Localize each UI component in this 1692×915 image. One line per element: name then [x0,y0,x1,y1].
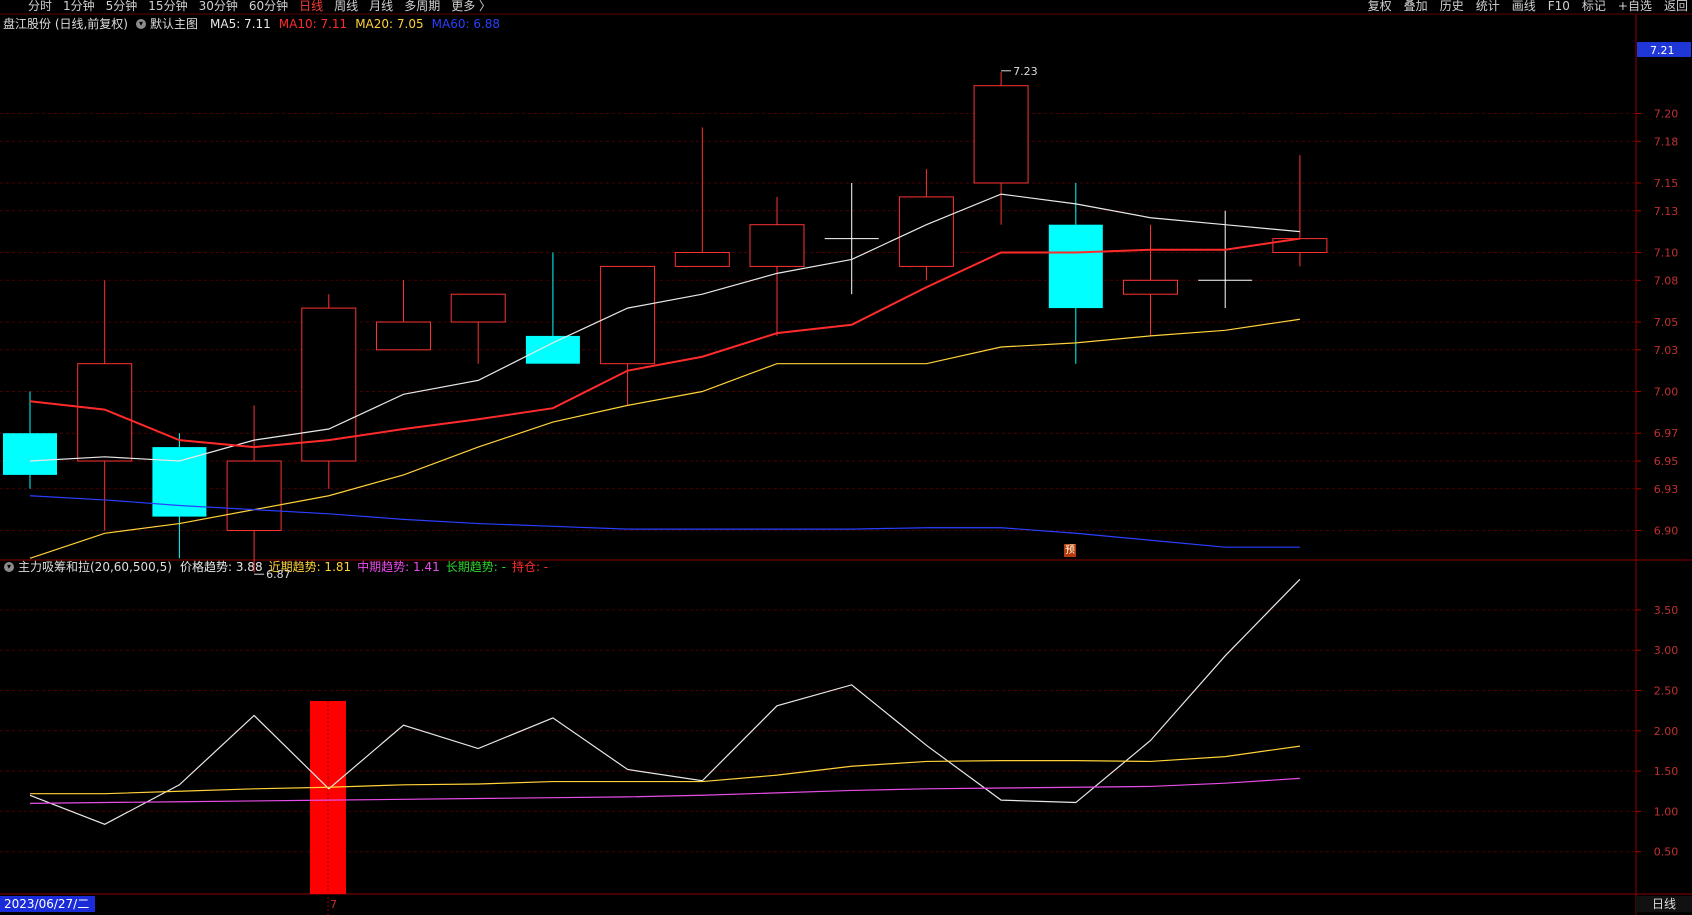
candle-body-up [226,460,282,531]
date-readout: 2023/06/27/二 [0,896,96,912]
candle-body-up [674,252,730,267]
last-price-label: 7.21 [1650,44,1675,57]
candle-body-down [3,433,57,475]
main-tick-label: 7.18 [1654,135,1679,148]
main-tick-label: 7.15 [1654,177,1679,190]
main-tick-label: 7.13 [1654,205,1679,218]
period-label[interactable]: 日线 [1636,896,1692,912]
candle-body-up [749,224,805,267]
candle-body-up [898,196,954,267]
forecast-badge[interactable]: 预 [1064,544,1076,557]
ma-line-ma5 [29,193,1300,462]
ma-line-ma20 [29,318,1300,559]
main-tick-label: 7.00 [1654,386,1679,399]
main-tick-label: 6.93 [1654,483,1679,496]
stock-chart[interactable]: 7.20 7.18 7.15 7.13 7.10 7.08 7.05 7.03 7.00 6.97… [0,0,1692,915]
ind-tick-label: 0.50 [1654,846,1679,859]
candle-body-up [600,265,656,365]
main-tick-label: 7.03 [1654,344,1679,357]
ind-tick-label: 2.50 [1654,685,1679,698]
main-tick-label: 6.95 [1654,455,1679,468]
ma-line-ma60 [29,495,1300,548]
signal-marker-label: 7 [330,898,337,911]
main-tick-label: 7.20 [1654,108,1679,121]
ind-tick-label: 3.00 [1654,644,1679,657]
candle-body-down [525,335,580,364]
candle-body-up [973,85,1029,184]
ma-line-ma10 [29,237,1301,449]
ind-tick-label: 2.00 [1654,725,1679,738]
main-tick-label: 7.10 [1654,247,1679,260]
candle-body-up [376,321,431,351]
ind-tick-label: 1.00 [1654,805,1679,818]
low-price-label: 6.87 [266,568,291,581]
main-tick-label: 7.05 [1654,316,1679,329]
ind-tick-label: 3.50 [1654,604,1679,617]
candle-body-down [1048,224,1103,309]
main-tick-label: 6.90 [1654,525,1679,538]
candle-body-up [450,293,506,323]
indicator-line-0 [29,578,1301,825]
main-tick-label: 6.97 [1654,427,1679,440]
main-tick-label: 7.08 [1654,274,1679,287]
high-price-label: 7.23 [1013,65,1038,78]
ind-tick-label: 1.50 [1654,765,1679,778]
candle-body-up [1123,279,1178,295]
candle-body-up [77,363,133,462]
